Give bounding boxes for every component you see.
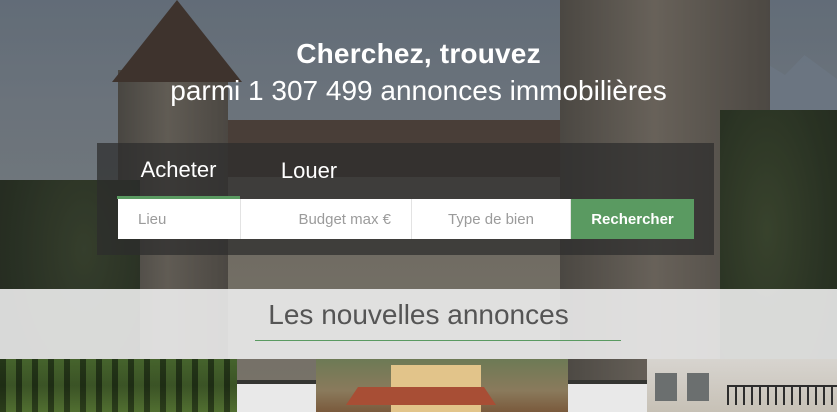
new-listings-title: Les nouvelles annonces	[268, 299, 569, 330]
window-image	[655, 373, 677, 401]
search-form: Lieu Budget max € Type de bien Recherche…	[118, 199, 694, 239]
card-gap	[237, 384, 316, 412]
roof-image	[346, 387, 496, 405]
budget-placeholder: Budget max €	[298, 210, 391, 228]
title-underline	[255, 340, 621, 341]
card-gap	[568, 384, 647, 412]
budget-input[interactable]: Budget max €	[241, 199, 412, 239]
location-input[interactable]: Lieu	[118, 199, 241, 239]
tab-acheter[interactable]: Acheter	[117, 153, 240, 199]
location-placeholder: Lieu	[138, 210, 167, 228]
listing-card-forest[interactable]	[0, 359, 237, 412]
listing-card-villa[interactable]	[316, 359, 568, 412]
balcony-railing	[727, 385, 837, 405]
property-type-placeholder: Type de bien	[448, 210, 534, 228]
search-button[interactable]: Rechercher	[571, 199, 694, 239]
tab-louer[interactable]: Louer	[257, 153, 361, 199]
hero-headline: Cherchez, trouvez	[296, 38, 541, 69]
property-type-select[interactable]: Type de bien	[412, 199, 571, 239]
listing-card-house[interactable]	[647, 359, 837, 412]
hero-subheadline: parmi 1 307 499 annonces immobilières	[170, 75, 667, 106]
search-panel: Acheter Louer Lieu Budget max € Type de …	[97, 143, 714, 255]
window-image	[687, 373, 709, 401]
